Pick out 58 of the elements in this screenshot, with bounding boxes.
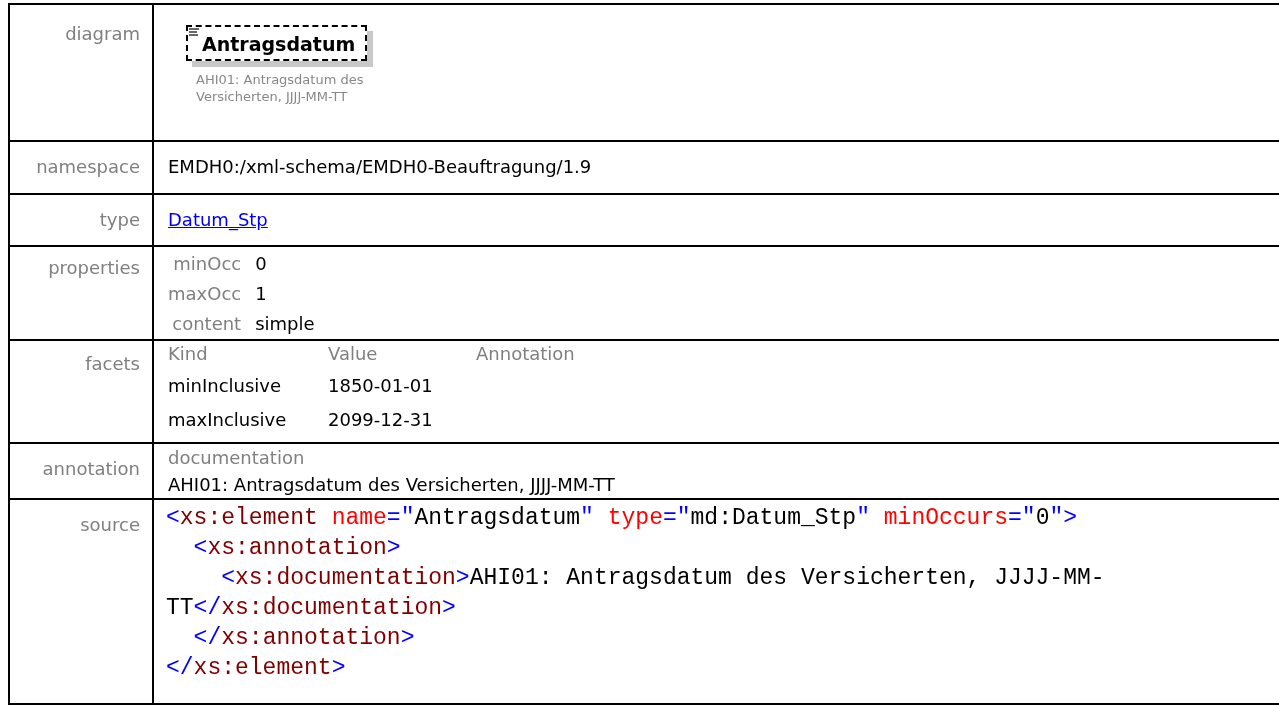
column-header: Value bbox=[328, 342, 379, 366]
row-label: source bbox=[80, 514, 140, 535]
property-value: 1 bbox=[255, 282, 268, 306]
xml-punctuation: "> bbox=[1049, 505, 1078, 531]
xml-tag-name: xs:documentation bbox=[235, 565, 456, 591]
xml-punctuation: =" bbox=[1008, 505, 1036, 531]
xml-attribute-name: minOccurs bbox=[882, 505, 1009, 531]
facet-kind: minInclusive bbox=[168, 374, 283, 398]
xml-punctuation: =" bbox=[386, 505, 415, 531]
xml-text: md:Datum_Stp bbox=[690, 505, 857, 531]
xml-punctuation: > bbox=[386, 535, 401, 561]
xml-tag-name: xs:element bbox=[179, 505, 318, 531]
xml-punctuation: </ bbox=[166, 655, 194, 681]
xml-punctuation: " bbox=[580, 505, 594, 531]
element-name: Antragsdatum bbox=[202, 33, 356, 55]
property-name: content bbox=[171, 312, 242, 336]
xml-tag-name: xs:annotation bbox=[207, 535, 387, 561]
xml-text: 0 bbox=[1035, 505, 1050, 531]
xml-punctuation: </ bbox=[193, 595, 222, 621]
column-header: Kind bbox=[168, 342, 209, 366]
column-header: Annotation bbox=[476, 342, 575, 366]
xml-tag-name: xs:documentation bbox=[221, 595, 443, 621]
type-link[interactable]: Datum_Stp bbox=[168, 209, 268, 230]
namespace-value: EMDH0:/xml-schema/EMDH0-Beauftragung/1.9 bbox=[168, 156, 592, 177]
xml-text: TT bbox=[166, 595, 194, 621]
row-label: properties bbox=[48, 257, 140, 278]
element-caption: AHI01: Antragsdatum des Versicherten, JJJJ-MM-TT bbox=[196, 71, 365, 105]
property-name: minOcc bbox=[172, 252, 242, 276]
xml-tag-name: xs:element bbox=[193, 655, 332, 681]
xml-punctuation: > bbox=[455, 565, 470, 591]
row-label: annotation bbox=[42, 458, 140, 479]
annotation-text: AHI01: Antragsdatum des Versicherten, JJJJ-MM-TT bbox=[168, 473, 616, 497]
xml-punctuation: </ bbox=[192, 625, 222, 651]
facet-value: 1850-01-01 bbox=[328, 374, 434, 398]
xml-punctuation: > bbox=[331, 655, 346, 681]
facet-kind: maxInclusive bbox=[168, 408, 288, 432]
property-value: simple bbox=[255, 312, 315, 336]
xml-punctuation: " bbox=[856, 505, 870, 531]
xml-punctuation: < bbox=[220, 565, 235, 591]
xml-tag-name: xs:annotation bbox=[221, 625, 401, 651]
xml-punctuation: < bbox=[192, 535, 208, 561]
facet-value: 2099-12-31 bbox=[328, 408, 434, 432]
xml-punctuation: =" bbox=[662, 505, 691, 531]
xml-attribute-name: name bbox=[330, 505, 387, 531]
row-label: namespace bbox=[36, 156, 140, 177]
property-name: maxOcc bbox=[168, 282, 242, 306]
annotation-heading: documentation bbox=[168, 446, 306, 470]
xml-text: AHI01: Antragsdatum des Versicherten, JJJJ-MM- bbox=[469, 565, 1105, 591]
xml-punctuation: < bbox=[166, 505, 180, 531]
xml-attribute-name: type bbox=[606, 505, 663, 531]
lines-icon bbox=[189, 28, 199, 36]
xml-punctuation: > bbox=[400, 625, 415, 651]
property-value: 0 bbox=[255, 252, 268, 276]
row-label: type bbox=[99, 209, 140, 230]
xml-punctuation: > bbox=[442, 595, 456, 621]
row-label: facets bbox=[85, 353, 140, 374]
xml-text: Antragsdatum bbox=[414, 505, 581, 531]
row-label: diagram bbox=[65, 23, 140, 44]
